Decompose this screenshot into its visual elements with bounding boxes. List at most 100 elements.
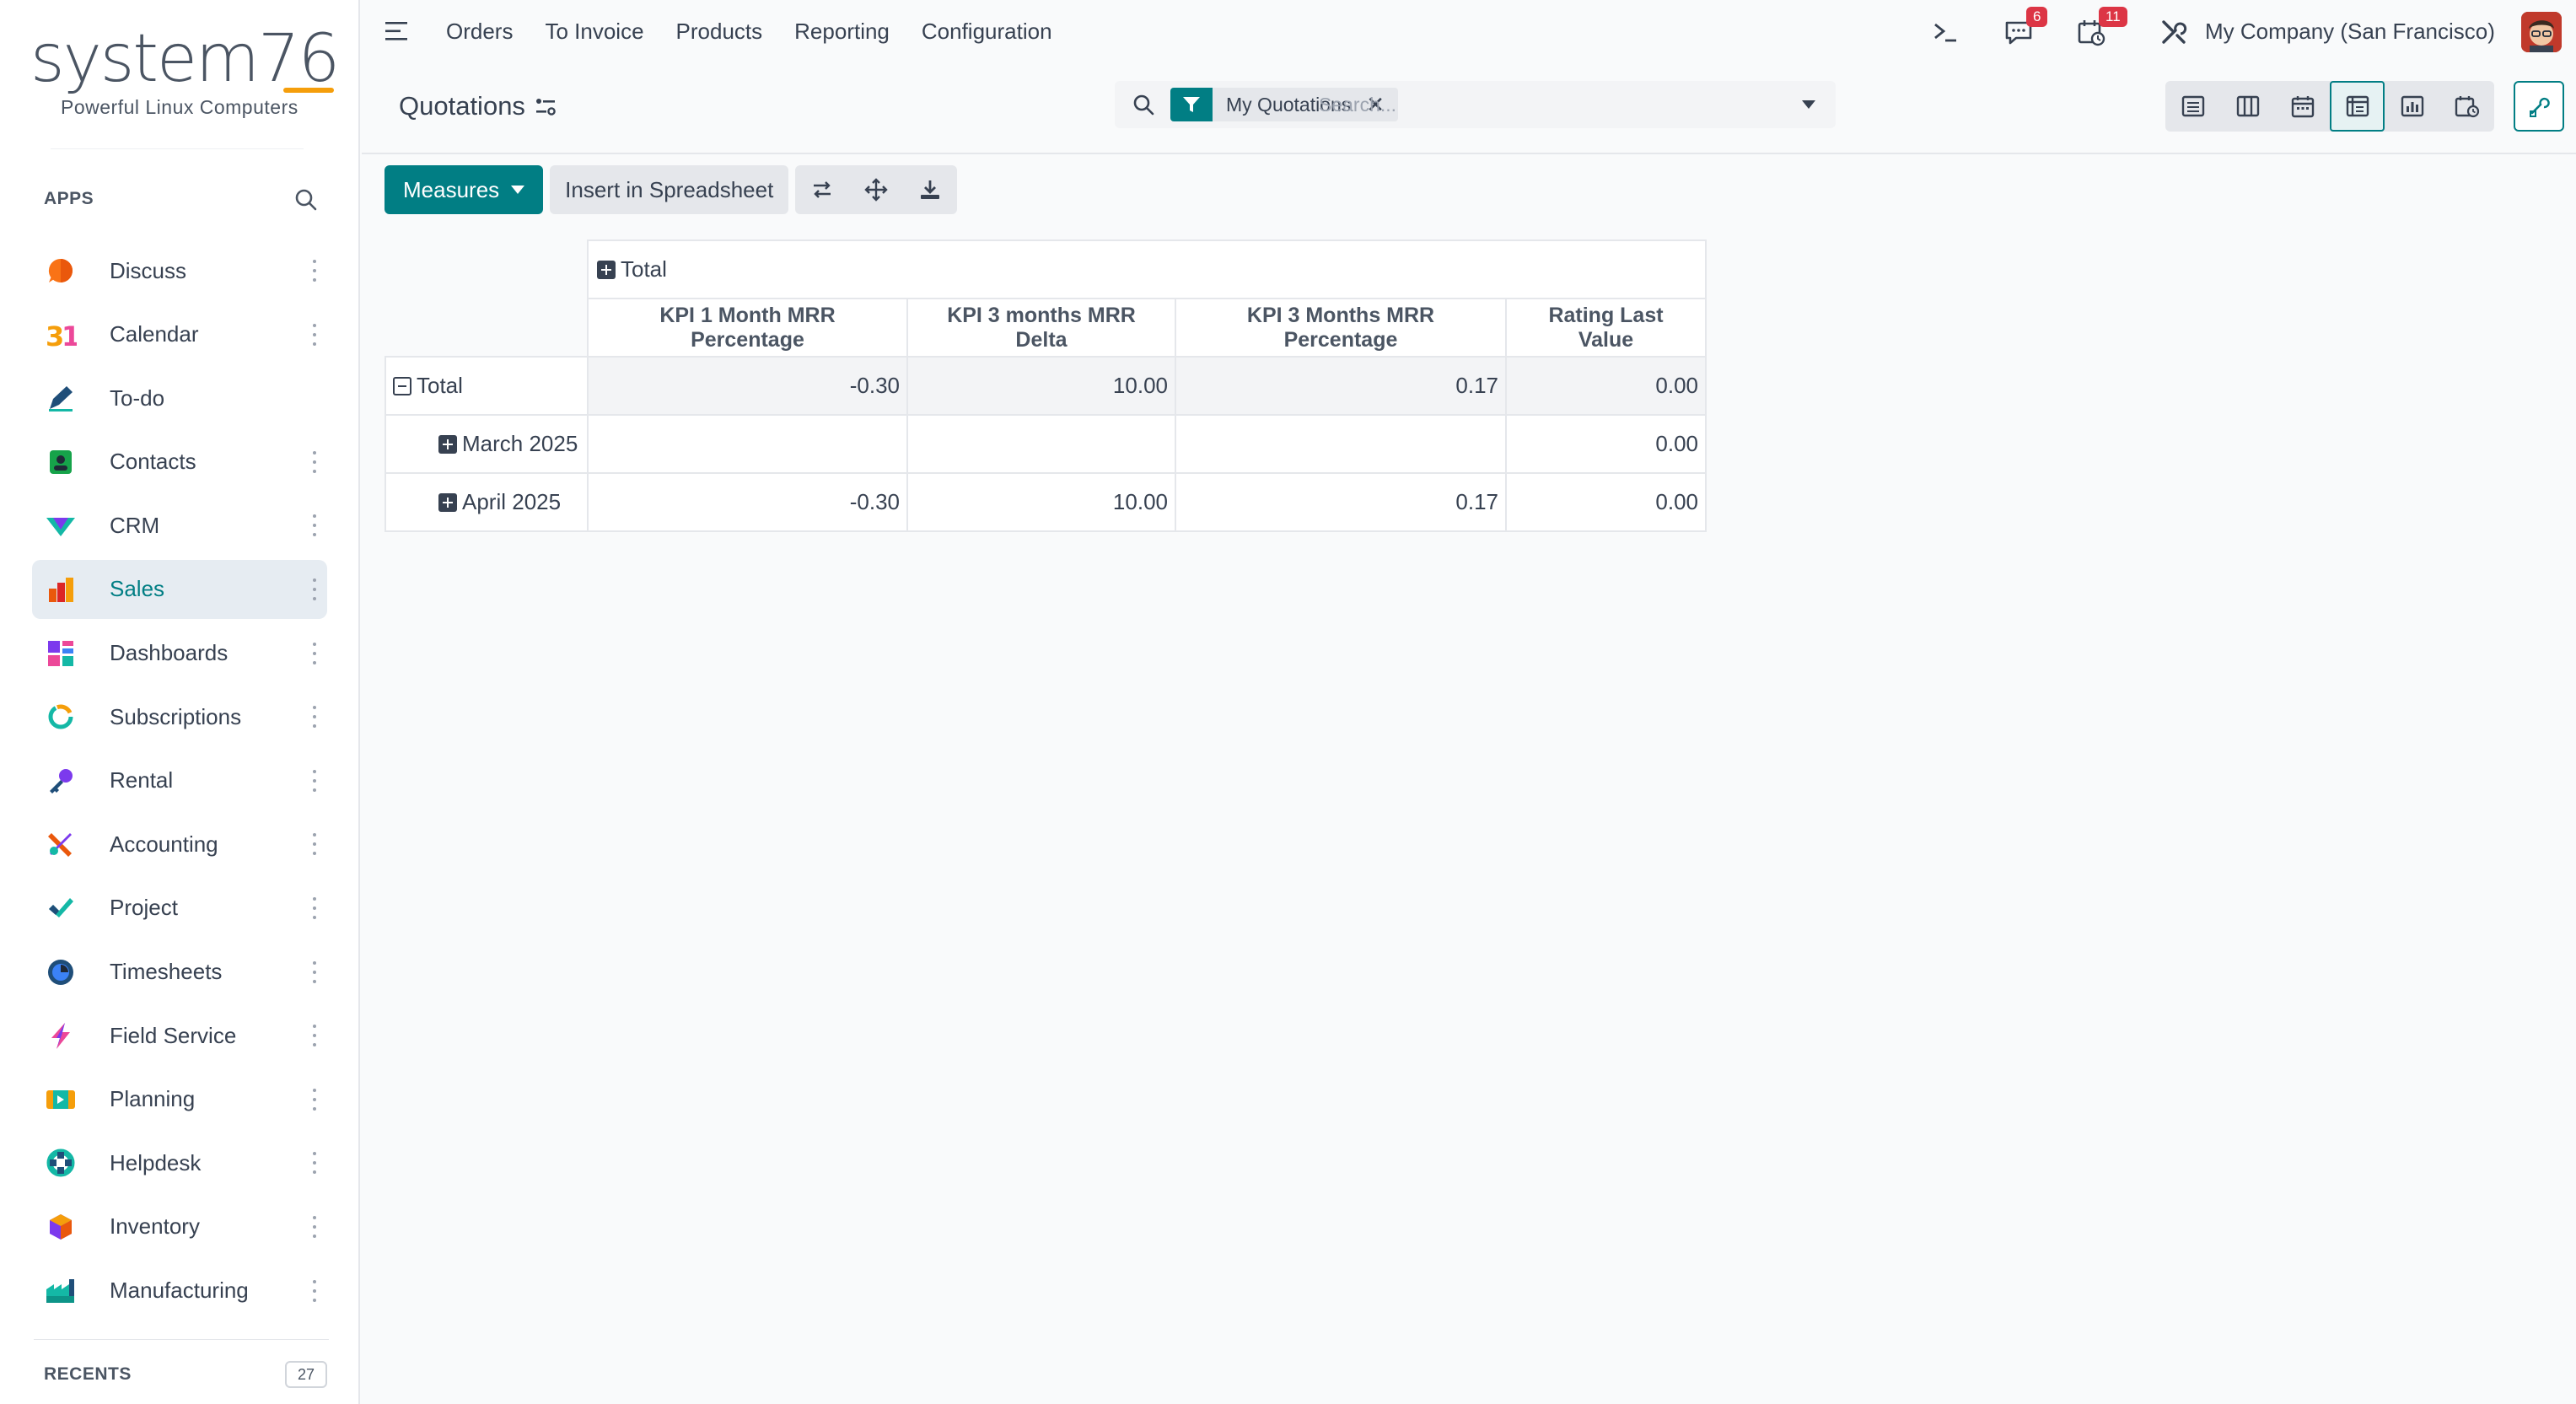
kanban-view-button[interactable] bbox=[2220, 81, 2275, 132]
sidebar-item-sales[interactable]: Sales bbox=[32, 559, 327, 619]
search-options-toggle-icon[interactable] bbox=[1802, 100, 1815, 109]
menu-to-invoice[interactable]: To Invoice bbox=[545, 19, 643, 45]
sidebar-item-field-service[interactable]: Field Service bbox=[32, 1006, 327, 1065]
pivot-row-header[interactable]: April 2025 bbox=[385, 472, 589, 532]
pivot-cell[interactable] bbox=[587, 414, 908, 474]
sidebar-item-label: To-do bbox=[110, 385, 165, 411]
menu-configuration[interactable]: Configuration bbox=[922, 19, 1052, 45]
pivot-corner bbox=[385, 240, 588, 299]
dashboards-icon bbox=[44, 637, 78, 670]
insert-in-spreadsheet-button[interactable]: Insert in Spreadsheet bbox=[550, 165, 789, 214]
menu-orders[interactable]: Orders bbox=[446, 19, 513, 45]
actions-gear-icon[interactable] bbox=[534, 96, 557, 118]
menu-reporting[interactable]: Reporting bbox=[794, 19, 890, 45]
sidebar-item-project[interactable]: Project bbox=[32, 879, 327, 938]
more-options-icon[interactable] bbox=[312, 1088, 317, 1111]
more-options-icon[interactable] bbox=[312, 514, 317, 537]
sidebar-item-manufacturing[interactable]: Manufacturing bbox=[32, 1261, 327, 1321]
sidebar-item-subscriptions[interactable]: Subscriptions bbox=[32, 687, 327, 746]
pivot-col-header-total[interactable]: Total bbox=[587, 239, 1707, 299]
sidebar-item-todo[interactable]: To-do bbox=[32, 368, 327, 428]
more-options-icon[interactable] bbox=[312, 323, 317, 346]
activity-view-button[interactable] bbox=[2439, 81, 2494, 132]
pivot-measure-header[interactable]: KPI 1 Month MRR Percentage bbox=[587, 298, 908, 358]
sidebar-item-contacts[interactable]: Contacts bbox=[32, 433, 327, 492]
more-options-icon[interactable] bbox=[312, 578, 317, 600]
debug-view-button[interactable] bbox=[2514, 81, 2564, 132]
pivot-measure-header[interactable]: KPI 3 months MRR Delta bbox=[906, 298, 1176, 358]
sidebar-item-rental[interactable]: Rental bbox=[32, 751, 327, 810]
flip-axis-button[interactable] bbox=[795, 165, 849, 214]
graph-view-button[interactable] bbox=[2385, 81, 2439, 132]
pivot-cell[interactable]: 0.17 bbox=[1175, 356, 1507, 416]
sidebar-item-dashboards[interactable]: Dashboards bbox=[32, 624, 327, 683]
sidebar-item-helpdesk[interactable]: Helpdesk bbox=[32, 1133, 327, 1192]
more-options-icon[interactable] bbox=[312, 642, 317, 664]
more-options-icon[interactable] bbox=[312, 1215, 317, 1238]
pivot-cell[interactable]: 0.17 bbox=[1175, 472, 1507, 532]
sidebar-item-timesheets[interactable]: Timesheets bbox=[32, 943, 327, 1002]
pivot-row-label: March 2025 bbox=[462, 431, 578, 456]
search-icon[interactable] bbox=[293, 187, 319, 212]
menu-products[interactable]: Products bbox=[676, 19, 763, 45]
company-switcher[interactable]: My Company (San Francisco) bbox=[2205, 19, 2495, 45]
contacts-icon bbox=[44, 445, 78, 479]
more-options-icon[interactable] bbox=[312, 1025, 317, 1047]
pivot-cell[interactable]: 0.00 bbox=[1505, 414, 1707, 474]
more-options-icon[interactable] bbox=[312, 450, 317, 473]
pivot-row-header[interactable]: March 2025 bbox=[385, 414, 589, 474]
expand-all-button[interactable] bbox=[849, 165, 903, 214]
download-button[interactable] bbox=[903, 165, 957, 214]
calendar-view-button[interactable] bbox=[2275, 81, 2330, 132]
more-options-icon[interactable] bbox=[312, 1152, 317, 1175]
pivot-cell[interactable] bbox=[1175, 414, 1507, 474]
sidebar-item-inventory[interactable]: Inventory bbox=[32, 1197, 327, 1256]
control-panel: Quotations My Quotations ✕ bbox=[362, 66, 2576, 154]
more-options-icon[interactable] bbox=[312, 260, 317, 282]
sidebar-item-calendar[interactable]: 31 Calendar bbox=[32, 305, 327, 364]
pivot-cell[interactable]: -0.30 bbox=[587, 472, 908, 532]
recents-count-badge: 27 bbox=[285, 1361, 327, 1388]
brand-logo[interactable]: system76 Powerful Linux Computers bbox=[30, 25, 340, 126]
pivot-view-button[interactable] bbox=[2330, 81, 2385, 132]
pivot-cell[interactable]: 10.00 bbox=[906, 356, 1176, 416]
pivot-row: April 2025 -0.30 10.00 0.17 0.00 bbox=[385, 472, 1707, 532]
pivot-cell[interactable]: -0.30 bbox=[587, 356, 908, 416]
more-options-icon[interactable] bbox=[312, 769, 317, 792]
pivot-cell[interactable]: 0.00 bbox=[1505, 472, 1707, 532]
sidebar-item-discuss[interactable]: Discuss bbox=[32, 241, 327, 300]
sidebar-item-crm[interactable]: CRM bbox=[32, 496, 327, 555]
pivot-row-header[interactable]: Total bbox=[385, 356, 589, 416]
pivot-measure-header[interactable]: KPI 3 Months MRR Percentage bbox=[1175, 298, 1507, 358]
terminal-icon[interactable] bbox=[1933, 20, 1958, 44]
pivot-cell[interactable]: 10.00 bbox=[906, 472, 1176, 532]
recents-heading: RECENTS bbox=[44, 1364, 132, 1384]
collapse-minus-icon[interactable] bbox=[393, 377, 411, 395]
sidebar-item-planning[interactable]: Planning bbox=[32, 1070, 327, 1129]
inventory-icon bbox=[44, 1210, 78, 1244]
sidebar-item-accounting[interactable]: Accounting bbox=[32, 815, 327, 874]
menu-toggle-icon[interactable] bbox=[385, 22, 409, 40]
search-bar[interactable]: My Quotations ✕ bbox=[1115, 81, 1836, 128]
list-view-button[interactable] bbox=[2165, 81, 2220, 132]
debug-tools-icon[interactable] bbox=[2160, 19, 2187, 46]
pivot-cell[interactable]: 0.00 bbox=[1505, 356, 1707, 416]
expand-plus-icon[interactable] bbox=[597, 261, 616, 279]
sidebar-item-label: Project bbox=[110, 895, 178, 921]
more-options-icon[interactable] bbox=[312, 1279, 317, 1302]
expand-plus-icon[interactable] bbox=[438, 435, 457, 454]
more-options-icon[interactable] bbox=[312, 706, 317, 729]
user-avatar[interactable] bbox=[2521, 12, 2562, 52]
more-options-icon[interactable] bbox=[312, 960, 317, 983]
pivot-cell[interactable] bbox=[906, 414, 1176, 474]
pivot-measure-header[interactable]: Rating Last Value bbox=[1505, 298, 1707, 358]
brand-tagline: Powerful Linux Computers bbox=[61, 96, 298, 118]
more-options-icon[interactable] bbox=[312, 896, 317, 919]
measures-button[interactable]: Measures bbox=[385, 165, 544, 214]
more-options-icon[interactable] bbox=[312, 833, 317, 856]
brand-underline bbox=[283, 88, 334, 93]
search-icon[interactable] bbox=[1132, 93, 1155, 116]
search-input[interactable] bbox=[1319, 89, 1791, 120]
expand-plus-icon[interactable] bbox=[438, 493, 457, 512]
measures-label: Measures bbox=[403, 176, 500, 202]
